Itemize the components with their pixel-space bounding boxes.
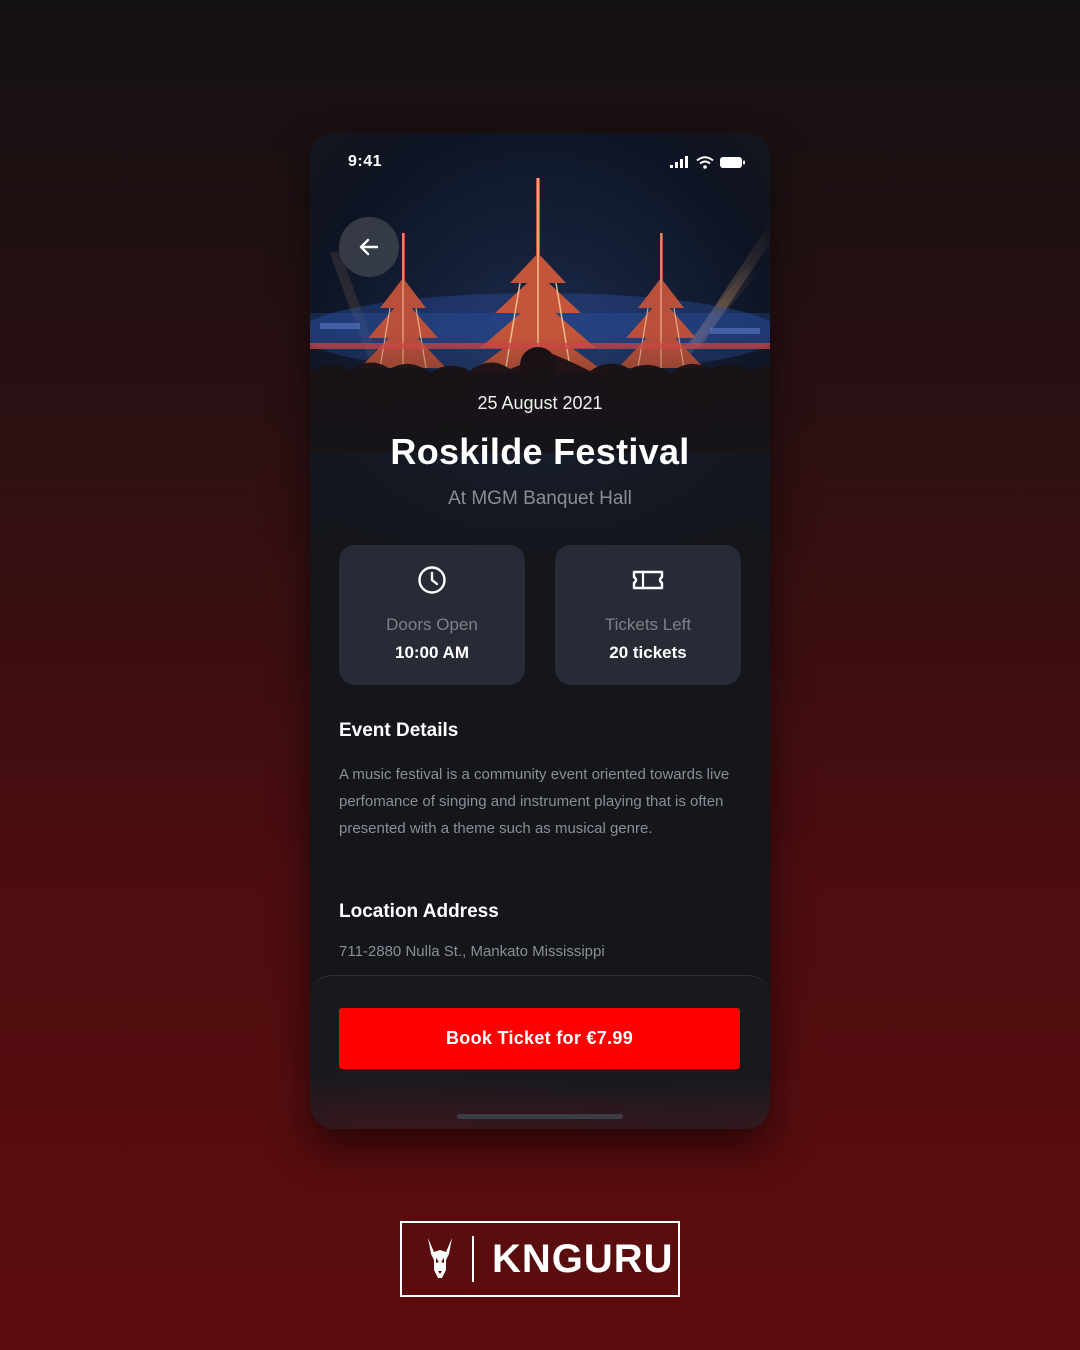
doors-open-card: Doors Open 10:00 AM [339, 545, 525, 685]
brand-divider [472, 1236, 474, 1282]
event-details-title: Event Details [339, 720, 459, 741]
tickets-left-card: Tickets Left 20 tickets [555, 545, 741, 685]
signal-icon [670, 156, 688, 168]
location-title: Location Address [339, 901, 499, 922]
status-time: 9:41 [348, 153, 383, 170]
book-ticket-button[interactable]: Book Ticket for €7.99 [339, 1008, 740, 1069]
event-date: 25 August 2021 [477, 393, 603, 413]
ticket-icon [632, 570, 664, 590]
tickets-left-label: Tickets Left [604, 615, 692, 634]
home-indicator [457, 1114, 623, 1119]
event-title: Roskilde Festival [390, 431, 690, 472]
event-venue: At MGM Banquet Hall [448, 488, 632, 509]
brand-logo: KNGURU [400, 1221, 680, 1297]
battery-icon [720, 156, 745, 168]
status-icons [670, 155, 746, 169]
phone-frame: 9:41 25 August 2021 Roskilde Festival At… [310, 133, 770, 1129]
back-button[interactable] [339, 217, 399, 277]
kangaroo-icon [428, 1238, 452, 1278]
tickets-left-value: 20 tickets [609, 643, 687, 662]
status-bar: 9:41 [348, 151, 746, 173]
wifi-icon [696, 155, 714, 169]
location-address: 711-2880 Nulla St., Mankato Mississippi [339, 943, 605, 960]
brand-name: KNGURU [492, 1236, 674, 1281]
doors-open-label: Doors Open [386, 615, 478, 634]
bottom-action-bar: Book Ticket for €7.99 [310, 975, 770, 1129]
event-details-text: A music festival is a community event or… [339, 766, 730, 837]
arrow-left-icon [359, 238, 379, 256]
clock-icon [418, 566, 446, 594]
doors-open-value: 10:00 AM [394, 643, 469, 662]
